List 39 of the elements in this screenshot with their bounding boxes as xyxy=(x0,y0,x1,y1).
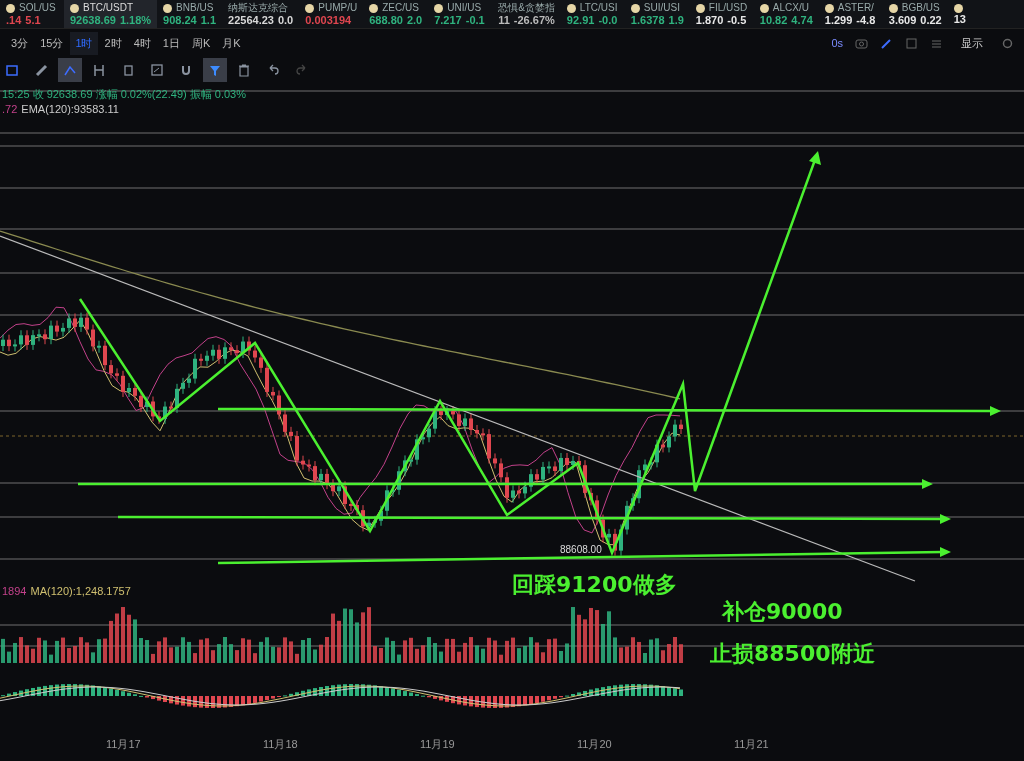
x-axis-label: 11月17 xyxy=(106,737,141,752)
annotation-text: 补仓90000 xyxy=(722,598,843,626)
ticker-item[interactable]: BGB/US 3.609 0.22 xyxy=(882,0,948,28)
ticker-item[interactable]: ASTER/ 1.299 -4.8 xyxy=(818,0,883,28)
ticker-item[interactable]: ZEC/US 688.80 2.0 xyxy=(363,0,429,28)
annotation-text: 止损88500附近 xyxy=(710,640,875,668)
ticker-item[interactable]: 恐惧&贪婪指 11 -26.67% xyxy=(492,0,561,28)
volume-ma-legend: MA(120):1,248.1757 xyxy=(30,585,131,597)
x-axis-label: 11月19 xyxy=(420,737,455,752)
ema-legend: EMA(120):93583.11 xyxy=(21,103,119,115)
volume-prefix: 1894 xyxy=(2,585,27,597)
timeframe-tab[interactable]: 4时 xyxy=(128,31,156,55)
ticker-item[interactable]: 纳斯达克综合 22564.23 0.0 xyxy=(222,0,300,28)
annotation-text: 回踩91200做多 xyxy=(512,571,677,599)
low-price-label: 88608.00 xyxy=(558,544,604,555)
ticker-item[interactable]: PUMP/U 0.003194 xyxy=(299,0,364,28)
timeframe-tab[interactable]: 1时 xyxy=(70,31,98,55)
ema-prefix: .72 xyxy=(2,103,18,115)
ticker-item[interactable]: ALCX/U 10.82 4.74 xyxy=(753,0,819,28)
price-legend: 15:25 收 92638.69 涨幅 0.02%(22.49) 振幅 0.03% xyxy=(2,87,246,102)
x-axis-label: 11月18 xyxy=(263,737,298,752)
timeframe-tab[interactable]: 3分 xyxy=(6,31,34,55)
ticker-item[interactable]: LTC/USI 92.91 -0.0 xyxy=(560,0,625,28)
ticker-item[interactable]: SUI/USI 1.6378 1.9 xyxy=(624,0,690,28)
ticker-item[interactable]: BNB/US 908.24 1.1 xyxy=(157,0,223,28)
ticker-item[interactable]: 13 xyxy=(947,0,1012,28)
timeframe-tab[interactable]: 2时 xyxy=(99,31,127,55)
timeframe-tab[interactable]: 15分 xyxy=(35,31,69,55)
timer-label: 0s xyxy=(831,37,843,49)
display-button[interactable]: 显示 xyxy=(955,34,989,52)
timeframe-tab[interactable]: 月K xyxy=(217,31,246,55)
timeframe-tab[interactable]: 1日 xyxy=(157,31,185,55)
x-axis-label: 11月21 xyxy=(734,737,769,752)
ticker-item[interactable]: FIL/USD 1.870 -0.5 xyxy=(689,0,754,28)
x-axis-label: 11月20 xyxy=(577,737,612,752)
ticker-item[interactable]: BTC/USDT 92638.69 1.18% xyxy=(64,0,158,28)
ticker-item[interactable]: SOL/US .14 5.1 xyxy=(0,0,64,28)
ticker-item[interactable]: UNI/US 7.217 -0.1 xyxy=(428,0,493,28)
timeframe-tab[interactable]: 周K xyxy=(186,31,216,55)
